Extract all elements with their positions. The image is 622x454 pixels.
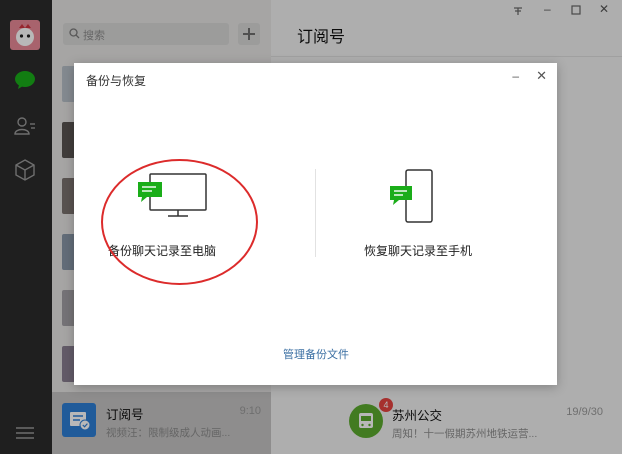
- minimize-icon[interactable]: –: [512, 69, 519, 83]
- close-icon[interactable]: ✕: [536, 68, 547, 84]
- option-divider: [315, 169, 316, 257]
- dialog-title: 备份与恢复: [86, 74, 147, 88]
- annotation-circle: [101, 159, 258, 285]
- manage-backup-files-link[interactable]: 管理备份文件: [283, 346, 349, 362]
- phone-icon[interactable]: [386, 168, 434, 226]
- backup-restore-dialog: 备份与恢复 – ✕ 备份聊天记录至电脑 恢复聊天记录至手机 管理备份文件: [74, 63, 557, 385]
- restore-to-phone-option[interactable]: 恢复聊天记录至手机: [364, 242, 472, 259]
